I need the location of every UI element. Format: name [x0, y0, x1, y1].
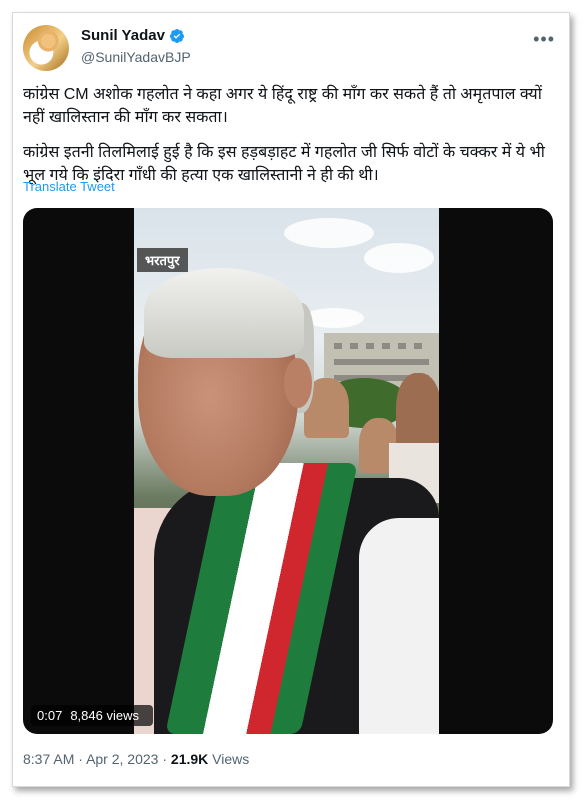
tweet-card: Sunil Yadav @SunilYadavBJP ••• कांग्रेस …	[12, 12, 570, 787]
video-player[interactable]: भरतपुर 0:07 8,846 views	[23, 208, 553, 734]
video-duration: 0:07	[37, 708, 63, 723]
author-display-name[interactable]: Sunil Yadav	[81, 27, 165, 44]
views-label: Views	[212, 751, 250, 767]
video-meta-badge: 0:07 8,846 views	[31, 705, 153, 726]
author-name-row: Sunil Yadav	[81, 27, 185, 44]
tweet-header: Sunil Yadav @SunilYadavBJP •••	[23, 25, 559, 73]
tweet-footer: 8:37 AM · Apr 2, 2023 · 21.9K Views	[23, 751, 249, 767]
avatar[interactable]	[23, 25, 69, 71]
tweet-time[interactable]: 8:37 AM	[23, 751, 74, 767]
video-thumbnail: भरतपुर	[134, 208, 439, 734]
translate-tweet-link[interactable]: Translate Tweet	[23, 179, 115, 194]
more-options-icon[interactable]: •••	[533, 29, 555, 50]
view-count[interactable]: 21.9K	[171, 751, 208, 767]
video-views: 8,846 views	[70, 708, 139, 723]
footer-separator: ·	[78, 751, 83, 767]
footer-separator-2: ·	[162, 751, 168, 767]
tweet-paragraph-1: कांग्रेस CM अशोक गहलोत ने कहा अगर ये हिं…	[23, 86, 542, 126]
verified-badge-icon	[169, 28, 184, 43]
location-tag: भरतपुर	[137, 248, 188, 272]
author-handle[interactable]: @SunilYadavBJP	[81, 49, 191, 65]
tweet-date[interactable]: Apr 2, 2023	[86, 751, 158, 767]
